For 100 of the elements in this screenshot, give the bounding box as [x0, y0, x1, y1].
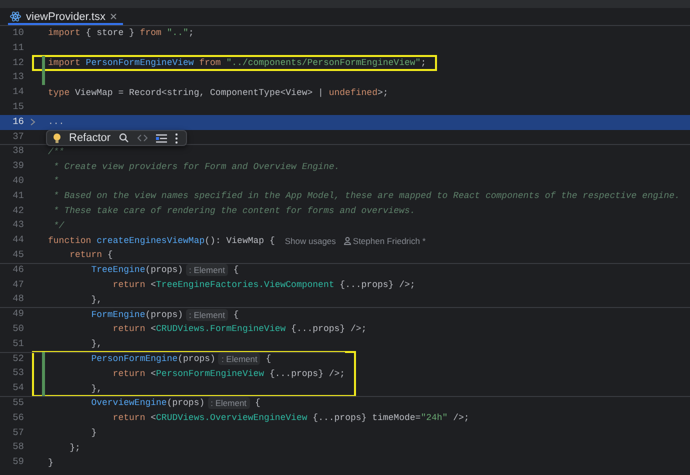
code-token: from	[140, 28, 162, 38]
code-token: { store }	[84, 28, 136, 38]
line-number: 48	[12, 292, 24, 306]
code-token: FormEngine	[90, 310, 146, 320]
show-usages-link[interactable]: Show usages	[284, 236, 336, 246]
code-token: import	[48, 58, 80, 68]
type-hint: : Element	[218, 352, 260, 365]
code-token: * Based on the view names specified in the App Model, these are mapped to React components of the respective engine.	[52, 191, 680, 202]
code-token: function	[48, 236, 92, 246]
code-token: createEnginesViewMap	[96, 236, 205, 246]
code-token: ...	[48, 117, 64, 128]
line-number: 49	[12, 307, 24, 322]
code-token: {...props} />;	[268, 368, 346, 379]
code-token: }	[90, 428, 97, 438]
search-icon[interactable]	[118, 133, 129, 143]
line-number: 37	[12, 130, 24, 144]
code-token: OverviewEngine	[90, 398, 167, 408]
code-token: {	[232, 265, 239, 276]
code-token: {	[254, 398, 260, 408]
file-tab[interactable]: viewProvider.tsx	[8, 8, 124, 25]
line-number: 59	[12, 455, 24, 470]
list-icon[interactable]	[156, 134, 167, 142]
code-token: * Create view providers for Form and Overview Engine.	[52, 162, 340, 172]
code-token: {	[106, 250, 113, 260]
line-number: 38	[12, 144, 24, 158]
code-token: TreeEngineFactories.ViewComponent	[156, 280, 334, 290]
code-token: {	[232, 310, 239, 320]
refactor-label[interactable]: Refactor	[69, 132, 111, 144]
code-token: (props)	[145, 310, 184, 320]
code-token: "24h"	[420, 413, 448, 424]
code-token: },	[90, 339, 102, 350]
code-token: ;	[188, 28, 194, 38]
close-icon[interactable]	[110, 13, 118, 20]
line-number: 43	[12, 218, 24, 232]
line-number: 50	[12, 322, 24, 336]
code-token: (props)	[166, 398, 205, 408]
line-number: 52	[12, 352, 24, 366]
code-token: };	[68, 442, 80, 453]
code-token: ".."	[166, 28, 188, 38]
code-token: {	[264, 354, 272, 364]
code-token: return	[112, 368, 146, 379]
line-number: 41	[12, 188, 24, 203]
code-token: return	[68, 250, 102, 260]
code-token: "../components/PersonFormEngineView"	[225, 58, 421, 68]
line-number: 56	[12, 410, 24, 425]
line-number: 47	[12, 278, 24, 292]
code-token: return	[112, 280, 146, 290]
code-token: PersonFormEngineView	[84, 58, 194, 68]
code-token: }	[48, 458, 54, 468]
line-number: 12	[12, 56, 24, 70]
code-token: undefined	[328, 88, 378, 98]
line-number: 57	[12, 426, 24, 440]
code-token: CRUDViews.FormEngineView	[156, 324, 286, 334]
more-icon[interactable]	[174, 132, 178, 144]
line-number: 58	[12, 440, 24, 454]
code-token: import	[48, 28, 80, 38]
code-token: <	[150, 368, 156, 379]
type-hint: : Element	[186, 308, 228, 321]
code-token: <	[150, 324, 156, 334]
line-number: 16	[12, 114, 24, 129]
line-number: 45	[12, 248, 24, 262]
code-token: PersonFormEngine	[90, 354, 178, 364]
type-hint: : Element	[186, 264, 228, 276]
code-token: PersonFormEngineView	[156, 368, 264, 379]
atom-icon	[10, 11, 21, 22]
code-token: TreeEngine	[90, 265, 146, 276]
line-number: 11	[12, 40, 24, 55]
line-number: 40	[12, 174, 24, 188]
code-token: ViewMap = Record<string, ComponentType<View> |	[74, 88, 324, 98]
author-name: Stephen Friedrich *	[352, 236, 426, 246]
line-number: 42	[12, 204, 24, 218]
code-token: <	[150, 413, 156, 424]
code-token: ;	[420, 58, 426, 68]
code-token: from	[198, 58, 221, 68]
code-token: *	[52, 176, 59, 186]
code-token: />;	[452, 413, 470, 424]
line-number: 14	[12, 85, 24, 100]
code-token: (): ViewMap {	[204, 236, 275, 246]
line-number: 10	[12, 26, 24, 40]
code-token: <	[150, 280, 156, 290]
line-number: 44	[12, 233, 24, 248]
line-number: 39	[12, 159, 24, 174]
line-number: 54	[12, 381, 24, 396]
code-brackets-icon[interactable]	[136, 134, 148, 142]
code-token: (props)	[178, 354, 216, 364]
code-token: CRUDViews.OverviewEngineView	[156, 413, 308, 424]
lightbulb-icon[interactable]	[53, 132, 61, 144]
line-number: 53	[12, 366, 24, 380]
line-number: 46	[12, 262, 24, 277]
code-token: return	[112, 324, 146, 334]
code-token: >;	[377, 88, 388, 98]
type-hint: : Element	[208, 397, 250, 410]
code-token: /**	[48, 146, 64, 157]
code-token: return	[112, 413, 146, 424]
code-token: */	[52, 220, 64, 231]
code-token: {...props} />;	[338, 280, 416, 290]
line-number: 55	[12, 396, 24, 410]
code-token: },	[90, 294, 102, 305]
code-token: type	[48, 88, 70, 98]
line-number: 51	[12, 336, 24, 351]
